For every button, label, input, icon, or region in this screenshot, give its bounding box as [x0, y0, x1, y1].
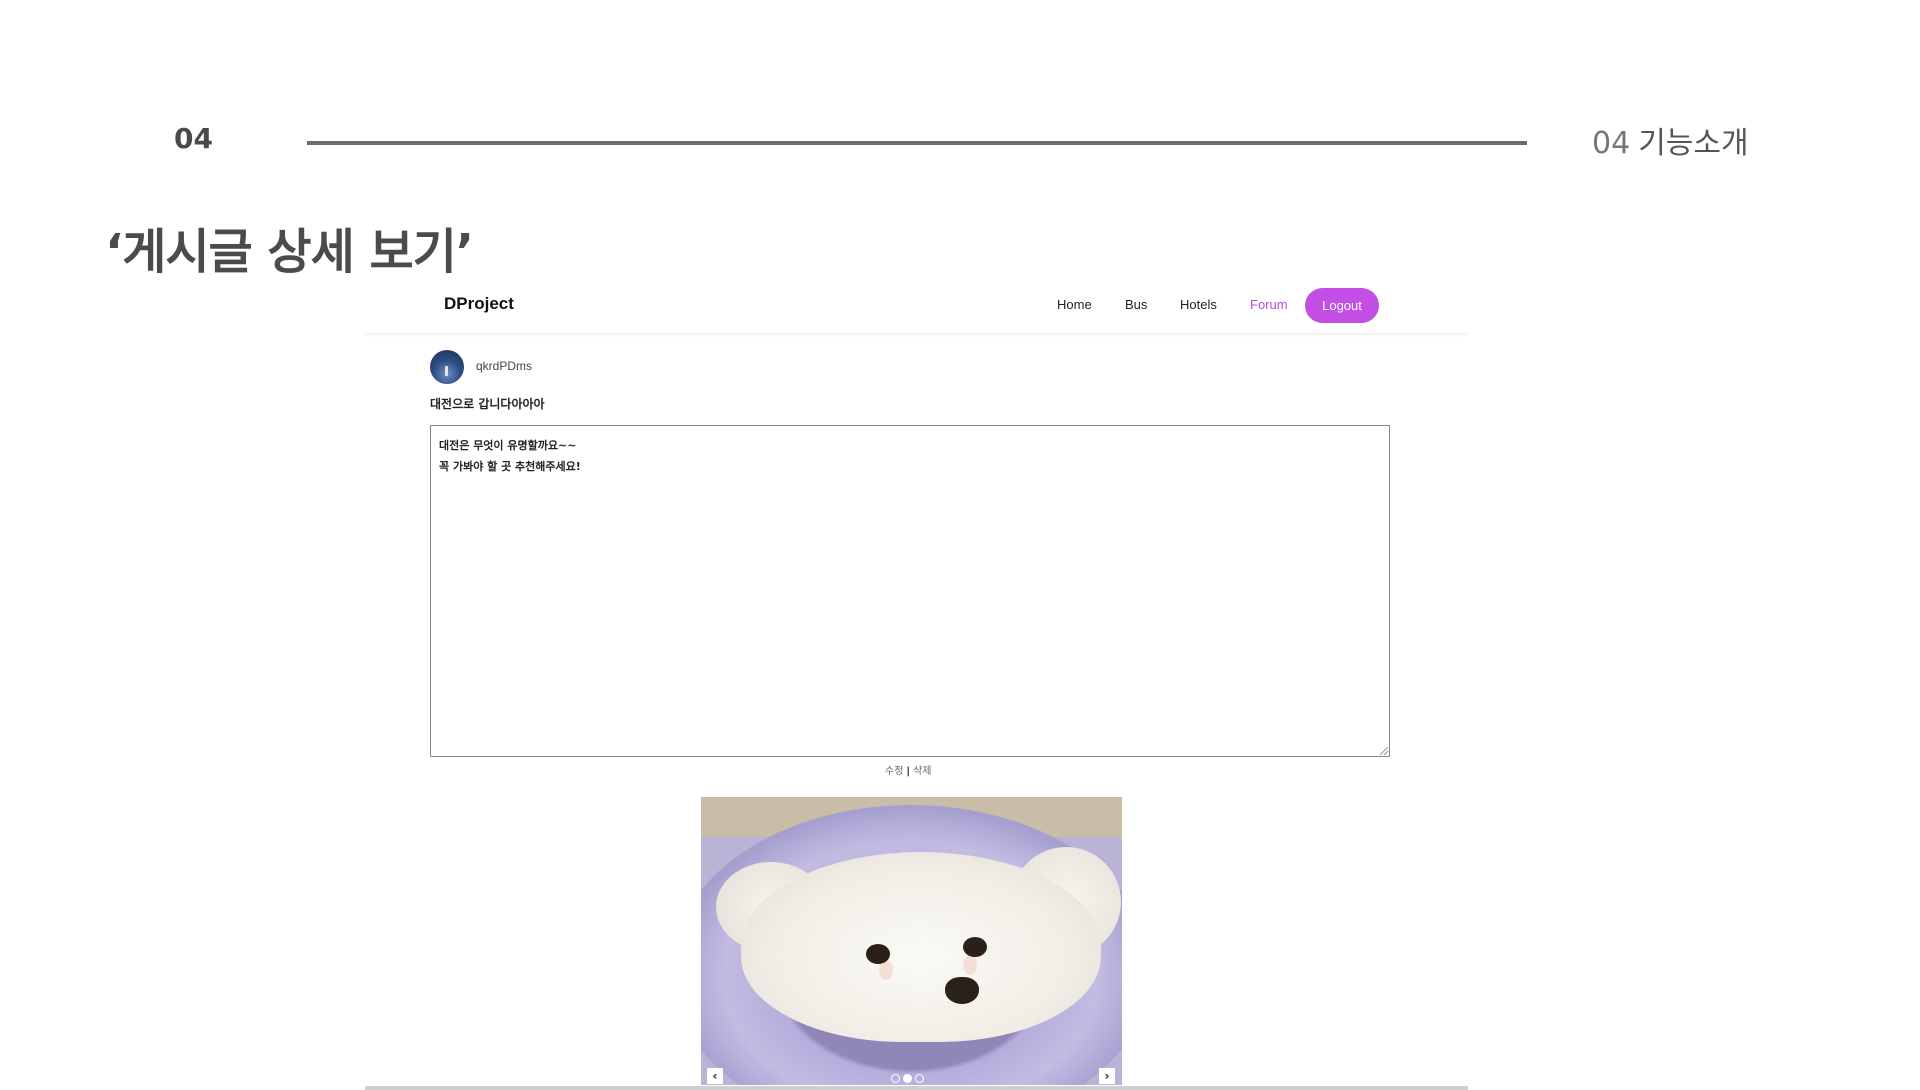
post-title: 대전으로 갑니다아아아: [430, 397, 545, 411]
brand-logo[interactable]: DProject: [444, 294, 514, 314]
action-separator: |: [906, 766, 911, 777]
slide-number: 04: [174, 122, 213, 155]
post-author[interactable]: qkrdPDms: [476, 359, 532, 373]
carousel-next-icon[interactable]: ›: [1099, 1068, 1115, 1084]
slide-title: ‘게시글 상세 보기’: [105, 224, 474, 280]
nav-bus-link[interactable]: Bus: [1125, 297, 1147, 312]
delete-link[interactable]: 삭제: [913, 766, 931, 777]
carousel-prev-icon[interactable]: ‹: [707, 1068, 723, 1084]
navbar: DProject Home Bus Hotels Forum Logout: [365, 283, 1468, 334]
post-detail-screenshot: DProject Home Bus Hotels Forum Logout qk…: [365, 283, 1468, 1090]
carousel-dot[interactable]: [891, 1074, 900, 1083]
post-content-line: 대전은 무엇이 유명할까요~~: [439, 439, 577, 452]
edit-link[interactable]: 수정: [885, 766, 903, 777]
nav-hotels-link[interactable]: Hotels: [1180, 297, 1217, 312]
carousel-indicators: [891, 1074, 924, 1083]
post-content-line: 꼭 가봐야 할 곳 추천해주세요!: [439, 460, 581, 473]
section-title: 기능소개: [1638, 126, 1749, 161]
section-heading: 04 기능소개: [1592, 118, 1749, 162]
horizontal-scrollbar[interactable]: [365, 1086, 1468, 1090]
avatar[interactable]: [430, 350, 464, 384]
carousel-dot-active[interactable]: [903, 1074, 912, 1083]
nav-forum-link[interactable]: Forum: [1250, 297, 1288, 312]
resize-handle-icon[interactable]: [1380, 747, 1388, 755]
post-content-textarea[interactable]: 대전은 무엇이 유명할까요~~ 꼭 가봐야 할 곳 추천해주세요!: [430, 425, 1390, 757]
logout-button[interactable]: Logout: [1305, 288, 1379, 323]
image-carousel[interactable]: ‹ ›: [701, 797, 1122, 1085]
slide-divider: [307, 141, 1527, 145]
carousel-dot[interactable]: [915, 1074, 924, 1083]
dog-photo: [741, 852, 1101, 1042]
section-number: 04: [1592, 126, 1631, 161]
nav-home-link[interactable]: Home: [1057, 297, 1092, 312]
post-actions: 수정 | 삭제: [885, 762, 931, 777]
